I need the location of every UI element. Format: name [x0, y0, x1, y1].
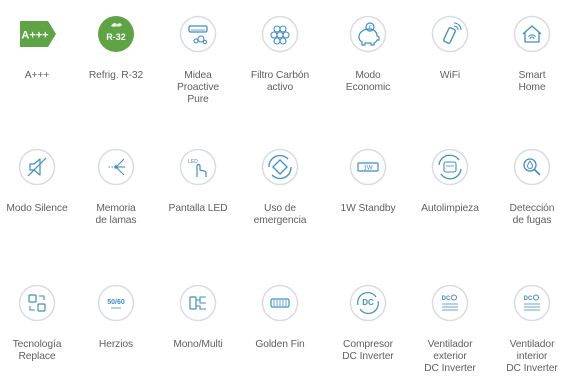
feature-label: Detección de fugas — [509, 203, 555, 226]
louver-memory-icon — [97, 148, 135, 186]
feature-label: Golden Fin — [255, 339, 305, 350]
feature-label: Refrig. R-32 — [88, 70, 144, 81]
feature-label: Ventilador exterior DC Inverter — [424, 339, 476, 374]
feature-label: Filtro Carbón activo — [250, 70, 310, 93]
svg-text:DC: DC — [362, 298, 374, 307]
feature-carbon-filter: Filtro Carbón activo — [239, 15, 321, 94]
standby-1w-icon: 1W — [349, 148, 387, 186]
feature-proactive-pure: Midea Proactive Pure — [157, 15, 239, 106]
feature-mono-multi: Mono/Multi — [157, 284, 239, 351]
leak-detection-icon — [513, 148, 551, 186]
feature-hertz: 50/60 Herzios — [75, 284, 157, 351]
feature-label: Herzios — [98, 339, 134, 350]
svg-text:€: € — [368, 25, 371, 31]
self-clean-icon — [431, 148, 469, 186]
feature-dc-compressor: DC Compresor DC Inverter — [327, 284, 409, 363]
feature-louver-memory: Memoria de lamas — [75, 148, 157, 227]
feature-led-display: LED Pantalla LED — [157, 148, 239, 215]
feature-label: Ventilador interior DC Inverter — [506, 339, 558, 374]
piggy-bank-icon: € — [349, 15, 387, 53]
feature-energy-class: A+++ A+++ — [0, 15, 78, 82]
svg-text:DC: DC — [524, 296, 533, 302]
feature-golden-fin: Golden Fin — [239, 284, 321, 351]
feature-label: A+++ — [24, 70, 50, 81]
svg-text:50/60: 50/60 — [107, 299, 125, 306]
carbon-filter-icon — [261, 15, 299, 53]
speaker-mute-icon — [18, 148, 56, 186]
led-display-touch-icon: LED — [179, 148, 217, 186]
air-conditioner-icon — [179, 15, 217, 53]
smart-home-icon — [513, 15, 551, 53]
svg-text:A+++: A+++ — [21, 30, 48, 42]
mono-multi-icon — [179, 284, 217, 322]
refrigerant-r32-icon: R-32 — [97, 15, 135, 53]
feature-silence: Modo Silence — [0, 148, 78, 215]
feature-label: Uso de emergencia — [253, 203, 307, 226]
feature-label: Autolimpieza — [421, 203, 479, 214]
feature-label: Compresor DC Inverter — [342, 339, 394, 362]
feature-label: Modo Economic — [345, 70, 391, 93]
feature-label: Modo Silence — [6, 203, 68, 214]
dc-compressor-icon: DC — [349, 284, 387, 322]
svg-text:DC: DC — [442, 296, 451, 302]
features-grid: A+++ A+++ R-32 Refrig. R-32 Midea Proact… — [0, 0, 574, 389]
dc-fan-outdoor-icon: DC — [431, 284, 469, 322]
energy-label-icon: A+++ — [18, 15, 56, 53]
feature-label: Tecnología Replace — [12, 339, 62, 362]
feature-label: Pantalla LED — [168, 203, 228, 214]
feature-label: Smart Home — [518, 70, 546, 93]
feature-dc-fan-outdoor: DC Ventilador exterior DC Inverter — [409, 284, 491, 375]
golden-fin-icon — [261, 284, 299, 322]
emergency-mode-icon — [261, 148, 299, 186]
hertz-icon: 50/60 — [97, 284, 135, 322]
feature-emergency: Uso de emergencia — [239, 148, 321, 227]
svg-text:LED: LED — [188, 159, 198, 165]
replace-technology-icon — [18, 284, 56, 322]
svg-text:1W: 1W — [364, 166, 373, 172]
feature-dc-fan-indoor: DC Ventilador interior DC Inverter — [491, 284, 573, 375]
dc-fan-indoor-icon: DC — [513, 284, 551, 322]
feature-smart-home: Smart Home — [491, 15, 573, 94]
feature-standby: 1W 1W Standby — [327, 148, 409, 215]
feature-replace-technology: Tecnología Replace — [0, 284, 78, 363]
svg-text:R-32: R-32 — [106, 32, 126, 42]
feature-label: Midea Proactive Pure — [176, 70, 220, 105]
feature-wifi: WiFi — [409, 15, 491, 82]
feature-self-clean: Autolimpieza — [409, 148, 491, 215]
feature-leak-detection: Detección de fugas — [491, 148, 573, 227]
wifi-remote-icon — [431, 15, 469, 53]
feature-refrigerant: R-32 Refrig. R-32 — [75, 15, 157, 82]
feature-economic: € Modo Economic — [327, 15, 409, 94]
feature-label: WiFi — [439, 70, 461, 81]
feature-label: Mono/Multi — [173, 339, 223, 350]
feature-label: Memoria de lamas — [95, 203, 137, 226]
feature-label: 1W Standby — [340, 203, 396, 214]
